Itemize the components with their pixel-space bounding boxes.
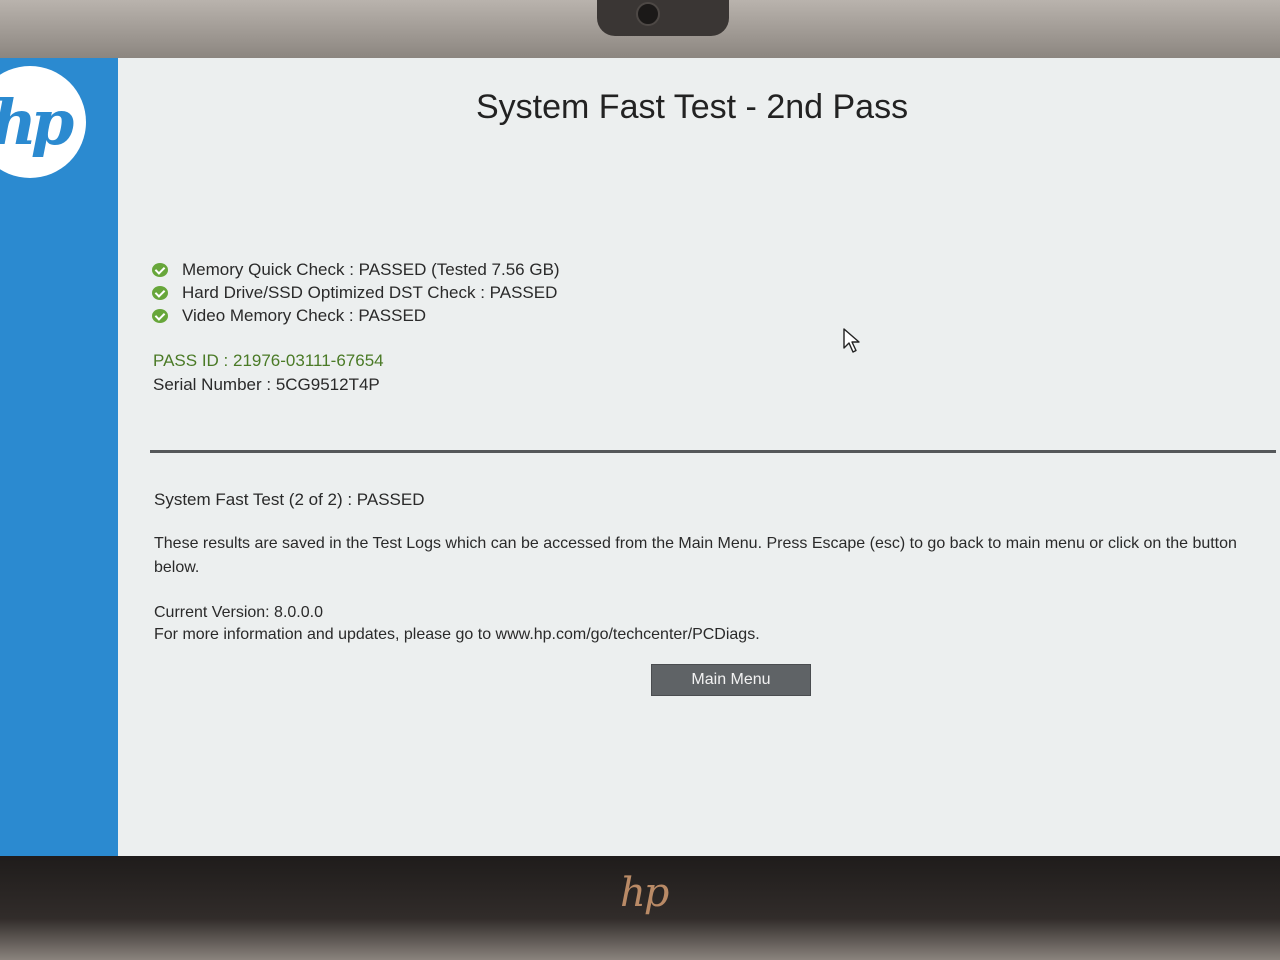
- check-label: Video Memory Check : PASSED: [182, 305, 427, 325]
- check-label: Memory Quick Check : PASSED (Tested 7.56…: [182, 259, 560, 279]
- pass-id: PASS ID : 21976-03111-67654: [153, 351, 384, 370]
- check-item-hard-drive: Hard Drive/SSD Optimized DST Check : PAS…: [152, 281, 560, 304]
- check-item-video-memory: Video Memory Check : PASSED: [152, 304, 560, 327]
- hp-logo-text: hp: [0, 85, 74, 159]
- check-circle-icon: [152, 308, 168, 323]
- results-notice: These results are saved in the Test Logs…: [154, 535, 1237, 576]
- diagnostics-screen: hp System Fast Test - 2nd Pass Memory Qu…: [0, 58, 1280, 856]
- check-circle-icon: [152, 262, 168, 277]
- page-title: System Fast Test - 2nd Pass: [476, 88, 909, 126]
- current-version: Current Version: 8.0.0.0: [154, 604, 323, 621]
- webcam-icon: [636, 2, 660, 26]
- webcam-housing: [597, 0, 729, 36]
- hp-bezel-logo: hp: [620, 870, 669, 916]
- main-content: System Fast Test - 2nd Pass Memory Quick…: [118, 58, 1280, 856]
- check-label: Hard Drive/SSD Optimized DST Check : PAS…: [182, 282, 558, 302]
- sidebar: hp: [0, 58, 118, 856]
- more-info-text: For more information and updates, please…: [154, 626, 760, 643]
- check-circle-icon: [152, 285, 168, 300]
- main-menu-button[interactable]: Main Menu: [651, 664, 811, 696]
- test-summary: System Fast Test (2 of 2) : PASSED: [154, 490, 425, 509]
- check-item-memory: Memory Quick Check : PASSED (Tested 7.56…: [152, 258, 560, 281]
- hp-logo: hp: [0, 66, 86, 178]
- divider: [150, 450, 1276, 453]
- serial-number: Serial Number : 5CG9512T4P: [153, 375, 380, 394]
- mouse-pointer-icon: [843, 328, 860, 353]
- test-check-list: Memory Quick Check : PASSED (Tested 7.56…: [152, 258, 560, 327]
